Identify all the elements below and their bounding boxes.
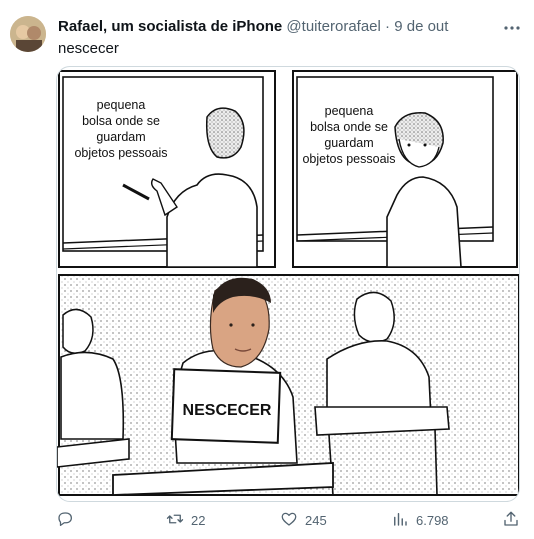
retweet-button[interactable]: 22 — [166, 508, 205, 532]
heart-icon — [280, 510, 298, 531]
panel-2-text-line: objetos pessoais — [302, 152, 395, 166]
panel-1-text-line: bolsa onde se — [82, 114, 160, 128]
comic-panel-2: pequena bolsa onde se guardam objetos pe… — [292, 70, 518, 268]
views-button[interactable]: 6.798 — [391, 508, 449, 532]
action-bar: 22 245 6.798 — [0, 508, 534, 532]
panel-2-text-line: bolsa onde se — [310, 120, 388, 134]
panel-2-text-line: guardam — [324, 136, 373, 150]
retweet-count: 22 — [191, 512, 206, 528]
views-icon — [391, 510, 409, 531]
avatar[interactable] — [10, 16, 46, 52]
separator: · — [385, 18, 391, 35]
tweet-date[interactable]: 9 de out — [394, 18, 448, 35]
panel-1-text-line: objetos pessoais — [74, 146, 167, 160]
tweet-text: nescecer — [58, 40, 119, 57]
tweet[interactable]: Rafael, um socialista de iPhone @tuitero… — [0, 0, 534, 539]
tweet-media[interactable]: pequena bolsa onde se guardam objetos pe… — [56, 66, 520, 502]
panel-2-text-line: pequena — [325, 104, 374, 118]
comic-panel-1: pequena bolsa onde se guardam objetos pe… — [58, 70, 276, 268]
reply-button[interactable] — [56, 508, 74, 532]
reply-icon — [56, 510, 74, 531]
views-count: 6.798 — [416, 512, 449, 528]
share-button[interactable] — [502, 508, 520, 532]
tweet-header: Rafael, um socialista de iPhone @tuitero… — [58, 17, 448, 37]
panel-1-text-line: pequena — [97, 98, 146, 112]
more-options-icon[interactable] — [502, 18, 522, 38]
sign-text: NESCECER — [183, 402, 272, 419]
retweet-icon — [166, 510, 184, 531]
like-button[interactable]: 245 — [280, 508, 327, 532]
panel-1-text-line: guardam — [96, 130, 145, 144]
comic-panel-3: NESCECER — [57, 274, 519, 496]
user-handle[interactable]: @tuiterorafael — [286, 18, 380, 35]
like-count: 245 — [305, 512, 327, 528]
share-icon — [502, 510, 520, 531]
display-name[interactable]: Rafael, um socialista de iPhone — [58, 18, 282, 35]
